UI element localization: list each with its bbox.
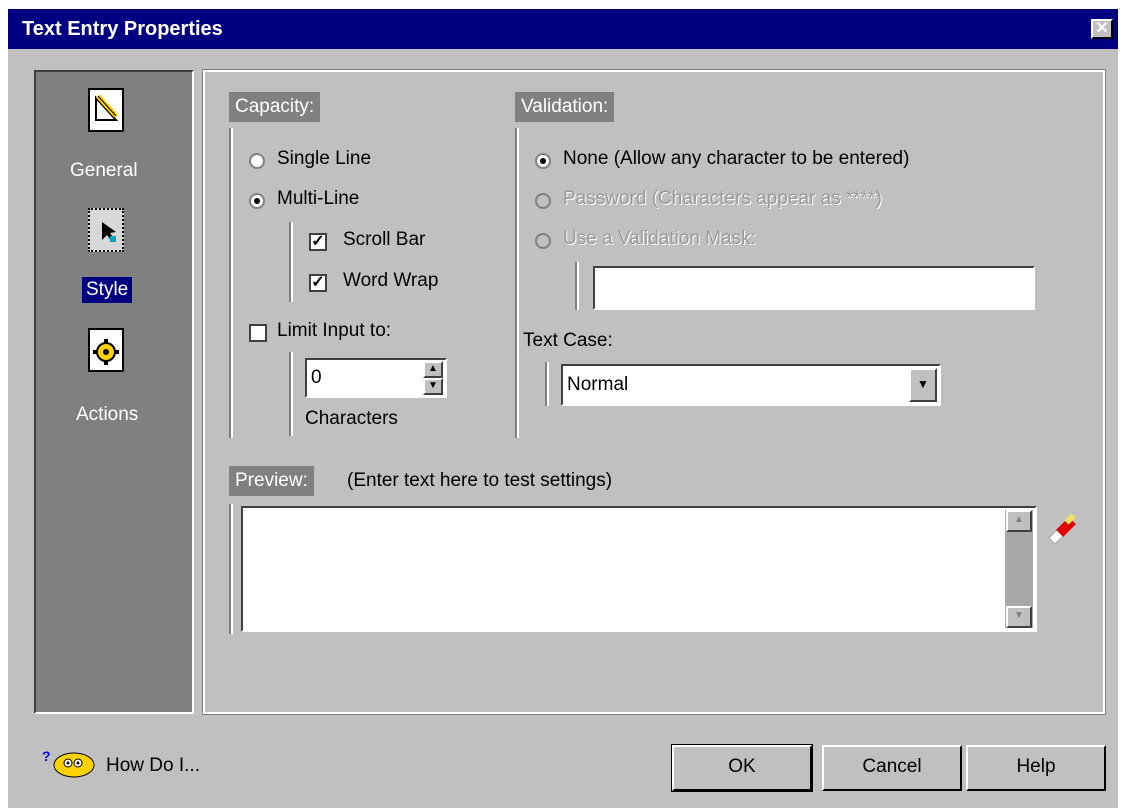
limit-input-label: Limit Input to: [277, 320, 392, 341]
style-settings-panel: Capacity: Single Line Multi-Line ✓ Scrol… [202, 69, 1106, 715]
sidebar-item-label: General [70, 160, 138, 181]
word-wrap-label: Word Wrap [343, 270, 439, 291]
validation-mask-label: Use a Validation Mask: [563, 228, 756, 249]
capacity-divider [229, 128, 233, 438]
validation-divider [515, 128, 519, 438]
validation-mask-radio [535, 233, 551, 249]
characters-label: Characters [305, 408, 398, 429]
preview-hint: (Enter text here to test settings) [347, 470, 613, 491]
scroll-up-arrow[interactable]: ▲ [1006, 510, 1032, 532]
how-do-i-label: How Do I... [106, 755, 200, 776]
preview-scrollbar[interactable]: ▲ ▼ [1005, 510, 1033, 628]
validation-none-radio[interactable] [535, 153, 551, 169]
limit-input-checkbox[interactable] [249, 324, 267, 342]
category-sidebar: General Style Actions [34, 70, 194, 714]
multi-line-options-divider [289, 222, 293, 302]
mask-divider [575, 262, 579, 310]
cancel-button[interactable]: Cancel [822, 745, 962, 791]
ok-button[interactable]: OK [671, 744, 813, 792]
single-line-radio[interactable] [249, 153, 265, 169]
sidebar-item-label: Actions [76, 404, 139, 425]
chevron-down-icon[interactable]: ▼ [909, 368, 937, 402]
text-entry-properties-dialog: Text Entry Properties ✕ General Style Ac… [8, 9, 1118, 808]
limit-input-value: 0 [311, 367, 322, 388]
stepper-down-button[interactable]: ▼ [423, 378, 443, 395]
preview-divider [229, 504, 233, 634]
scroll-bar-label: Scroll Bar [343, 229, 426, 250]
single-line-label: Single Line [277, 148, 372, 169]
actions-gear-icon [88, 328, 124, 372]
multi-line-radio[interactable] [249, 193, 265, 209]
eraser-icon[interactable] [1043, 512, 1091, 553]
capacity-group-label: Capacity: [229, 92, 321, 122]
help-button[interactable]: Help [966, 745, 1106, 791]
validation-mask-input[interactable] [593, 266, 1035, 310]
window-title: Text Entry Properties [22, 18, 223, 40]
close-icon: ✕ [1095, 20, 1109, 37]
text-case-divider [545, 362, 549, 406]
validation-password-radio [535, 193, 551, 209]
svg-text:?: ? [42, 749, 51, 764]
scroll-bar-checkbox[interactable]: ✓ [309, 233, 327, 251]
multi-line-label: Multi-Line [277, 188, 360, 209]
scroll-down-arrow[interactable]: ▼ [1006, 606, 1032, 628]
validation-group-label: Validation: [515, 92, 615, 122]
preview-group-label: Preview: [229, 466, 314, 496]
sidebar-item-label: Style [82, 277, 133, 303]
style-cursor-icon [88, 208, 124, 252]
preview-textarea[interactable]: ▲ ▼ [241, 506, 1037, 632]
title-bar: Text Entry Properties ✕ [8, 9, 1118, 49]
limit-options-divider [289, 352, 293, 436]
limit-input-stepper[interactable]: 0 ▲ ▼ [305, 358, 447, 398]
validation-none-label: None (Allow any character to be entered) [563, 148, 910, 169]
text-case-value: Normal [567, 374, 629, 395]
general-pencil-icon [88, 88, 124, 132]
stepper-up-button[interactable]: ▲ [423, 361, 443, 378]
close-button[interactable]: ✕ [1091, 19, 1113, 39]
word-wrap-checkbox[interactable]: ✓ [309, 274, 327, 292]
text-case-label: Text Case: [523, 330, 613, 351]
validation-password-label: Password (Characters appear as ****) [563, 188, 882, 209]
help-face-icon: ? [42, 748, 102, 784]
text-case-select[interactable]: Normal ▼ [561, 364, 941, 406]
